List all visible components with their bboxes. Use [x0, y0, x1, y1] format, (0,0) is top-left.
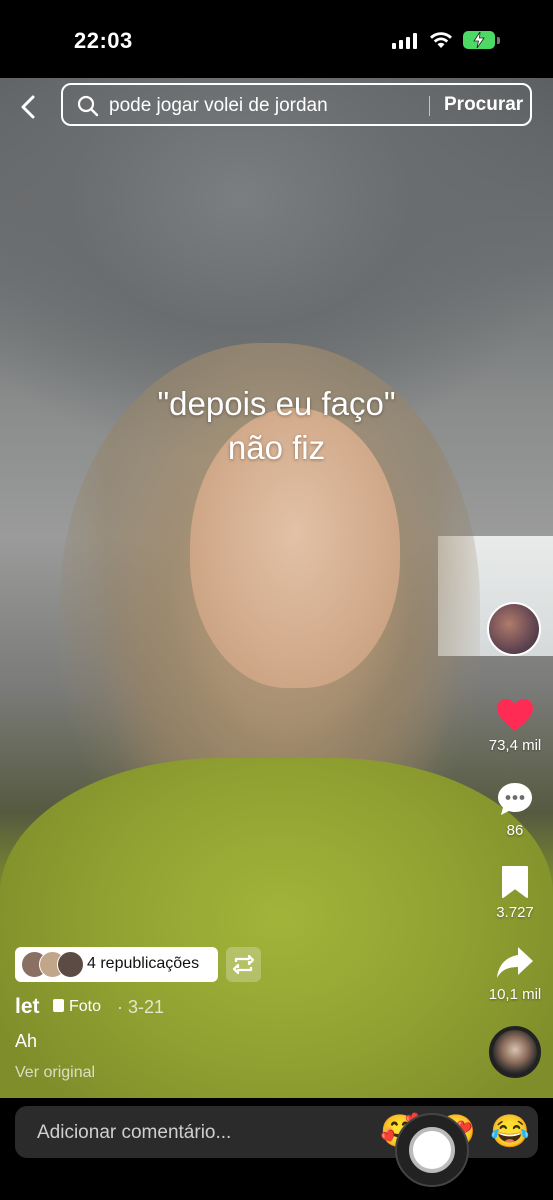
- cellular-signal-icon: [392, 33, 418, 49]
- assistive-touch-button[interactable]: [395, 1113, 469, 1187]
- creator-avatar[interactable]: [487, 602, 541, 656]
- repost-icon: [232, 954, 255, 975]
- repost-avatars: [21, 951, 91, 978]
- share-count: 10,1 mil: [488, 986, 542, 1003]
- reposts-label: 4 republicações: [87, 955, 200, 972]
- save-count: 3.727: [496, 904, 534, 921]
- back-arrow-icon[interactable]: [16, 94, 40, 120]
- comment-button[interactable]: 86: [475, 781, 553, 839]
- status-bar: 22:03: [0, 0, 553, 78]
- heart-icon: [497, 699, 533, 731]
- post-description: Ah: [15, 1031, 38, 1051]
- comment-count: 86: [506, 822, 524, 839]
- hoodie: [0, 758, 553, 1098]
- battery-tip: [497, 37, 500, 44]
- sound-disc[interactable]: [489, 1026, 541, 1078]
- status-time: 22:03: [74, 28, 133, 53]
- emoji-laughing[interactable]: 😂: [490, 1113, 530, 1149]
- repost-button[interactable]: [226, 947, 261, 982]
- search-icon: [77, 95, 99, 117]
- bookmark-icon: [502, 866, 528, 898]
- comment-placeholder: Adicionar comentário...: [37, 1122, 232, 1143]
- search-input[interactable]: pode jogar volei de jordan: [109, 95, 328, 117]
- video-caption: "depois eu faço" não fiz: [0, 382, 553, 470]
- username[interactable]: let: [15, 995, 40, 1019]
- post-date: · 3-21: [117, 997, 165, 1017]
- search-divider: [429, 96, 430, 116]
- post-type: Foto: [53, 998, 101, 1016]
- search-bar[interactable]: pode jogar volei de jordan Procurar: [61, 83, 532, 126]
- reposts-chip[interactable]: 4 republicações: [15, 947, 218, 982]
- photo-icon: [53, 999, 64, 1012]
- wifi-icon: [430, 32, 452, 48]
- share-button[interactable]: 10,1 mil: [475, 945, 553, 1003]
- save-button[interactable]: 3.727: [475, 865, 553, 921]
- post-type-label: Foto: [69, 998, 102, 1015]
- charging-bolt-icon: [473, 32, 485, 48]
- share-arrow-icon: [497, 947, 533, 978]
- comment-bubble-icon: [498, 783, 532, 815]
- caption-line-1: "depois eu faço": [157, 385, 396, 422]
- search-button[interactable]: Procurar: [444, 94, 523, 116]
- video-frame[interactable]: [0, 78, 553, 1098]
- caption-line-2: não fiz: [227, 429, 326, 466]
- repost-avatar: [57, 951, 84, 978]
- battery-icon: [463, 31, 495, 49]
- like-button[interactable]: 73,4 mil: [475, 698, 553, 754]
- like-count: 73,4 mil: [488, 737, 542, 754]
- view-original-link[interactable]: Ver original: [15, 1064, 95, 1082]
